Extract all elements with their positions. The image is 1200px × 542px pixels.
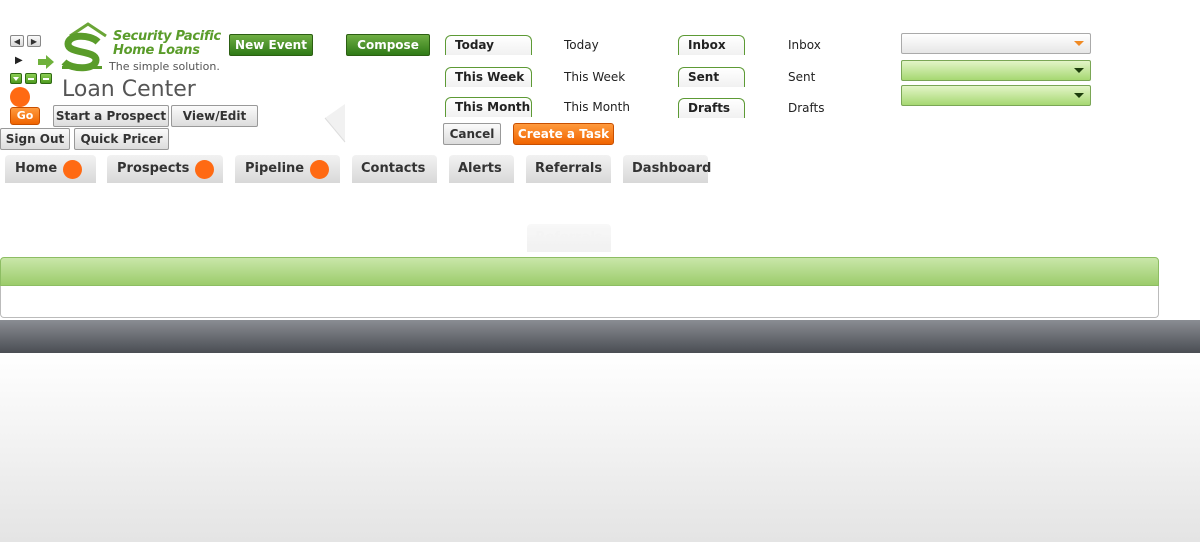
label-drafts: Drafts [788, 101, 825, 115]
create-task-button[interactable]: Create a Task [513, 123, 614, 145]
nav-tab-referrals[interactable]: Referrals [526, 155, 611, 183]
nav-tab-dashboard[interactable]: Dashboard [623, 155, 712, 183]
collapse-icon[interactable] [10, 73, 22, 84]
nav-tab-pipeline[interactable]: Pipeline [235, 155, 340, 183]
compose-button[interactable]: Compose [346, 34, 430, 56]
new-event-button[interactable]: New Event [229, 34, 313, 56]
start-prospect-button[interactable]: Start a Prospect [53, 105, 169, 127]
nav-tab-prospects[interactable]: Prospects [107, 155, 223, 183]
page-title: Loan Center [62, 77, 196, 102]
tab-today[interactable]: Today [445, 35, 532, 55]
tab-this-week[interactable]: This Week [445, 67, 532, 87]
select-3[interactable] [901, 85, 1091, 106]
expand-triangle-icon[interactable]: ▶ [15, 55, 23, 66]
label-sent: Sent [788, 70, 816, 84]
label-inbox: Inbox [788, 38, 821, 52]
sign-out-button[interactable]: Sign Out [0, 128, 70, 150]
label-this-week: This Week [564, 70, 626, 84]
nav-tab-label: Pipeline [245, 161, 305, 176]
view-edit-button[interactable]: View/Edit [171, 105, 258, 127]
logo-line2: Home Loans [113, 43, 200, 58]
nav-tab-label: Dashboard [632, 161, 712, 176]
cancel-button[interactable]: Cancel [443, 123, 501, 145]
nav-tab-label: Home [15, 161, 58, 176]
notification-dot [63, 159, 83, 179]
page-background [0, 353, 1200, 542]
tab-sent[interactable]: Sent [678, 67, 745, 87]
select-2[interactable] [901, 60, 1091, 81]
logo-line1: Security Pacific [113, 29, 221, 44]
logo-tagline: The simple solution. [109, 60, 220, 73]
content-panel-body [0, 286, 1159, 318]
dropdown-arrow-icon [1074, 93, 1084, 98]
minimize-all-icon[interactable] [40, 73, 52, 84]
green-arrow-icon [37, 53, 55, 71]
dropdown-arrow-icon [1074, 41, 1084, 46]
forward-arrow-button[interactable]: ▶ [27, 35, 41, 47]
label-this-month: This Month [564, 100, 630, 114]
notification-dot [310, 159, 330, 179]
nav-tab-label: Prospects [117, 161, 190, 176]
nav-tab-home[interactable]: Home [5, 155, 96, 183]
nav-tab-label: Alerts [458, 161, 502, 176]
nav-tab-label: Referrals [535, 161, 603, 176]
company-logo-icon [60, 22, 108, 72]
label-today: Today [564, 38, 599, 52]
nav-tab-label: Contacts [361, 161, 426, 176]
quick-pricer-button[interactable]: Quick Pricer [74, 128, 169, 150]
go-button[interactable]: Go [10, 107, 40, 125]
status-dot [10, 87, 30, 107]
back-arrow-button[interactable]: ◀ [10, 35, 24, 47]
notification-dot [195, 159, 215, 179]
page-curl-icon [323, 104, 347, 144]
content-panel-header [0, 257, 1159, 286]
tab-drafts[interactable]: Drafts [678, 98, 745, 118]
nav-tab-alerts[interactable]: Alerts [449, 155, 514, 183]
dragging-tab-ghost: Referrals [527, 224, 611, 252]
tab-this-month[interactable]: This Month [445, 97, 532, 117]
dropdown-arrow-icon [1074, 68, 1084, 73]
select-1[interactable] [901, 33, 1091, 54]
footer-bar [0, 320, 1200, 353]
nav-tab-contacts[interactable]: Contacts [352, 155, 437, 183]
tab-inbox[interactable]: Inbox [678, 35, 745, 55]
minimize-icon[interactable] [25, 73, 37, 84]
